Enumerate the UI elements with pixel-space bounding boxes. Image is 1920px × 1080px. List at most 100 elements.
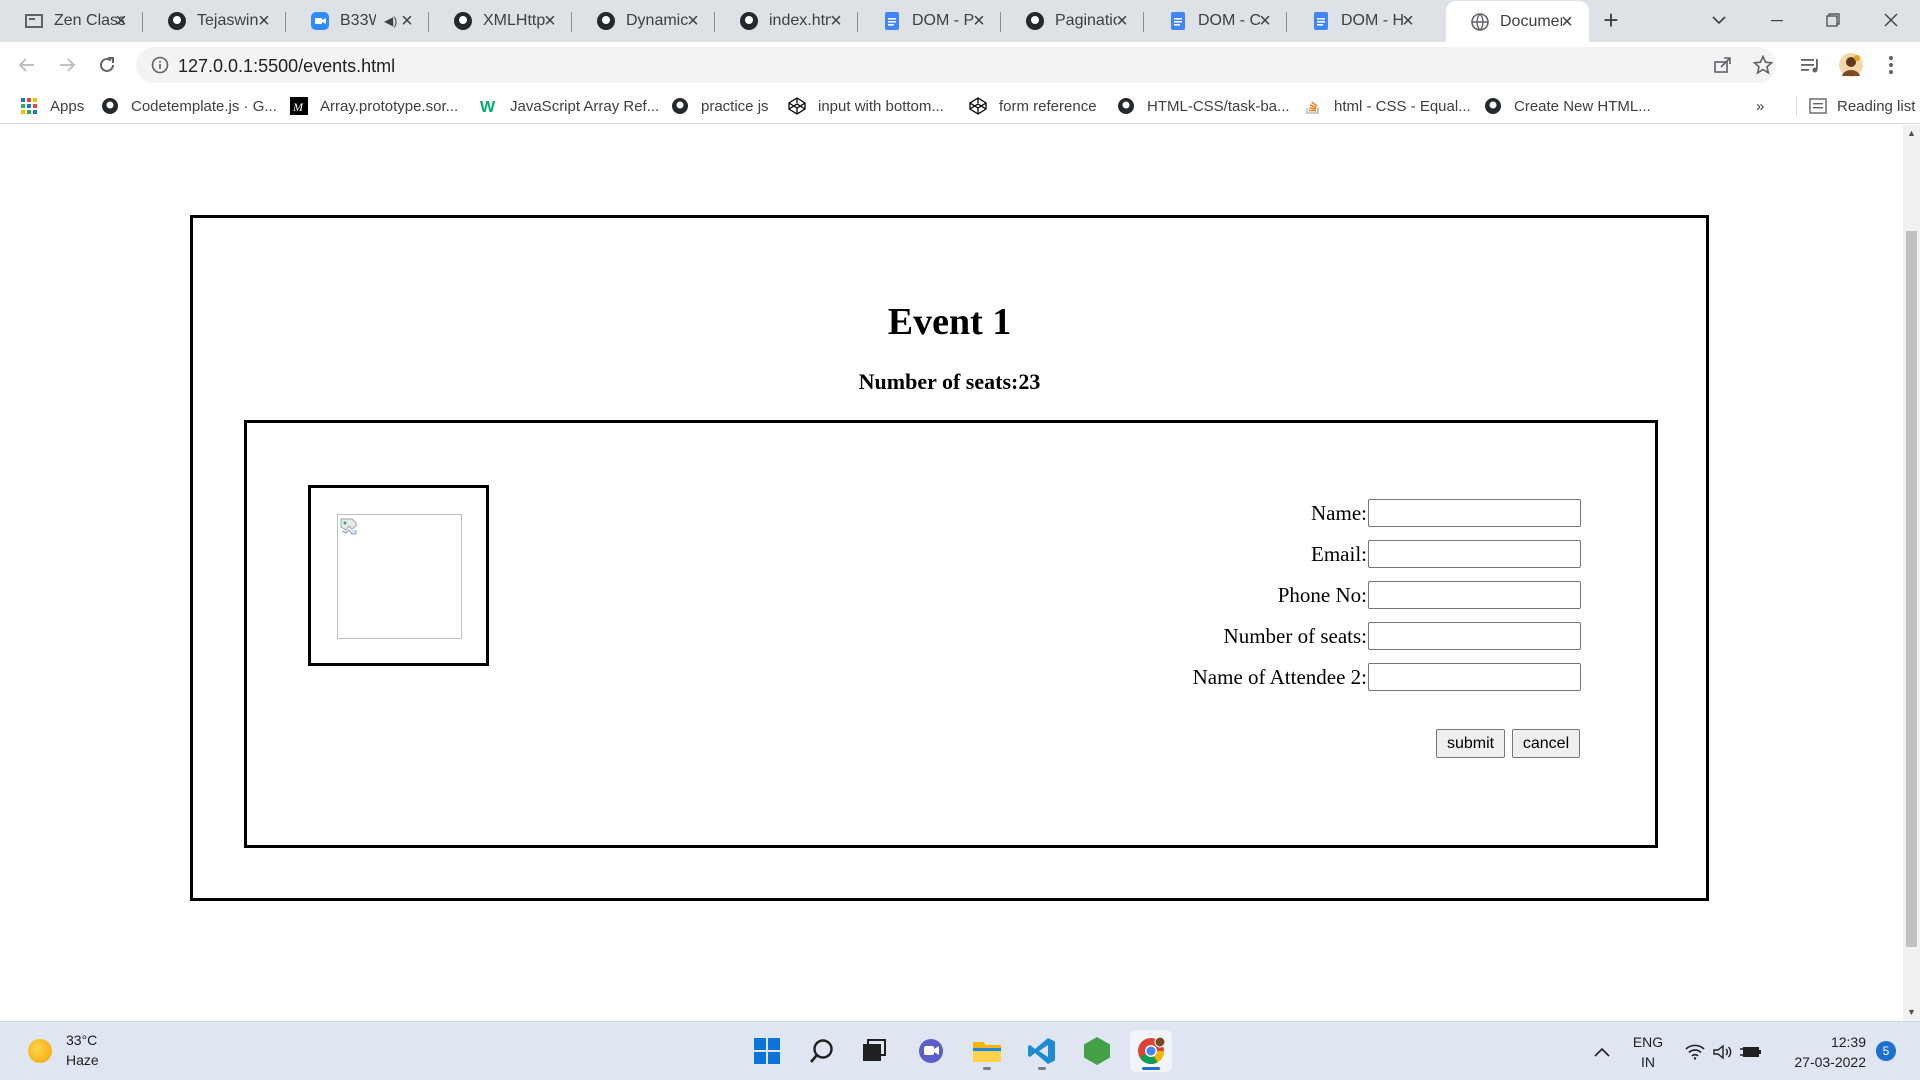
browser-tab[interactable]: B33W ◀︎) ×	[286, 0, 429, 42]
share-icon[interactable]	[1708, 50, 1738, 80]
registration-panel: Name: Email: Phone No: Number of seats: …	[244, 420, 1658, 848]
forward-button[interactable]	[52, 50, 82, 80]
battery-charging-icon[interactable]	[1740, 1022, 1762, 1080]
wifi-icon[interactable]	[1684, 1022, 1706, 1080]
system-clock[interactable]: 12:39 27-03-2022	[1776, 1032, 1866, 1072]
weather-description[interactable]: Haze	[66, 1052, 99, 1068]
close-tab-icon[interactable]: ×	[1557, 12, 1577, 32]
new-tab-button[interactable]: +	[1598, 7, 1624, 34]
chrome-menu-icon[interactable]	[1876, 50, 1906, 80]
cancel-button[interactable]: cancel	[1512, 729, 1580, 758]
event-image-frame	[308, 485, 489, 666]
site-info-icon[interactable]	[150, 55, 170, 75]
weather-haze-icon[interactable]	[28, 1039, 52, 1063]
file-explorer-icon[interactable]	[966, 1030, 1008, 1072]
input-language-indicator[interactable]: ENG IN	[1630, 1032, 1666, 1072]
address-bar[interactable]: 127.0.0.1:5500/events.html	[136, 47, 1776, 83]
active-app-indicator	[1142, 1067, 1160, 1070]
github-icon	[739, 11, 759, 31]
browser-tab[interactable]: XMLHttp ×	[429, 0, 572, 42]
phone-input[interactable]	[1368, 581, 1581, 609]
bookmark-item[interactable]: html - CSS - Equal...	[1304, 95, 1471, 117]
close-window-button[interactable]	[1876, 5, 1906, 35]
close-tab-icon[interactable]: ×	[540, 11, 560, 31]
tab-search-chevron-icon[interactable]	[1704, 5, 1734, 35]
nodejs-icon[interactable]	[1076, 1030, 1118, 1072]
reading-list-button[interactable]: Reading list	[1796, 95, 1915, 117]
search-icon[interactable]	[801, 1030, 843, 1072]
tab-title: Tejaswini	[197, 12, 259, 29]
windows-start-icon[interactable]	[746, 1030, 788, 1072]
form-row-name: Name:	[1311, 499, 1581, 527]
browser-tab[interactable]: index.htm ×	[715, 0, 858, 42]
browser-tab[interactable]: Zen Class ×	[0, 0, 143, 42]
close-tab-icon[interactable]: ×	[1112, 11, 1132, 31]
github-icon	[1484, 97, 1502, 115]
scroll-up-arrow-icon[interactable]: ▲	[1903, 125, 1920, 142]
name-label: Name:	[1311, 500, 1367, 525]
attendee-2-input[interactable]	[1368, 663, 1581, 691]
chrome-icon[interactable]	[1130, 1030, 1172, 1072]
close-tab-icon[interactable]: ×	[397, 11, 417, 31]
apps-grid-icon	[20, 97, 38, 115]
browser-tab[interactable]: Dynamic ×	[572, 0, 715, 42]
reload-button[interactable]	[92, 50, 122, 80]
bookmark-item[interactable]: practice js	[671, 95, 769, 117]
email-input[interactable]	[1368, 540, 1581, 568]
github-icon	[596, 11, 616, 31]
seats-input[interactable]	[1368, 622, 1581, 650]
bookmark-item[interactable]: M Array.prototype.sor...	[290, 95, 458, 117]
vertical-scrollbar[interactable]: ▲ ▼	[1903, 125, 1920, 1021]
browser-tab[interactable]: DOM - H ×	[1287, 0, 1430, 42]
bookmark-label: form reference	[999, 97, 1097, 115]
bookmark-item[interactable]: Codetemplate.js · G...	[101, 95, 277, 117]
browser-tab-active[interactable]: Documen ×	[1446, 1, 1589, 42]
notification-badge[interactable]: 5	[1876, 1041, 1896, 1061]
bookmarks-bar: Apps Codetemplate.js · G... M Array.prot…	[0, 88, 1920, 124]
url-text[interactable]: 127.0.0.1:5500/events.html	[178, 56, 395, 77]
vscode-icon[interactable]	[1021, 1030, 1063, 1072]
back-button[interactable]	[12, 50, 42, 80]
volume-icon[interactable]	[1712, 1022, 1734, 1080]
close-tab-icon[interactable]: ×	[111, 11, 131, 31]
minimize-button[interactable]	[1762, 5, 1792, 35]
submit-button[interactable]: submit	[1436, 729, 1505, 758]
bookmarks-overflow-button[interactable]: »	[1756, 95, 1764, 117]
form-row-phone: Phone No:	[1278, 581, 1581, 609]
tab-title: index.htm	[769, 12, 831, 29]
browser-tab[interactable]: Tejaswini ×	[143, 0, 286, 42]
bookmark-item[interactable]: HTML-CSS/task-ba...	[1117, 95, 1290, 117]
task-view-icon[interactable]	[853, 1030, 895, 1072]
show-hidden-icons-chevron-icon[interactable]	[1592, 1022, 1612, 1080]
browser-tab[interactable]: Paginatio ×	[1001, 0, 1144, 42]
close-tab-icon[interactable]: ×	[826, 11, 846, 31]
teams-chat-icon[interactable]	[910, 1030, 952, 1072]
svg-text:W: W	[480, 99, 496, 115]
scrollbar-thumb[interactable]	[1906, 231, 1917, 947]
media-control-icon[interactable]	[1796, 50, 1826, 80]
bookmark-item[interactable]: W JavaScript Array Ref...	[480, 95, 659, 117]
restore-button[interactable]	[1818, 5, 1848, 35]
bookmark-item[interactable]: Create New HTML...	[1484, 95, 1651, 117]
bookmark-star-icon[interactable]	[1748, 50, 1778, 80]
profile-avatar[interactable]	[1836, 50, 1866, 80]
event-title: Event 1	[887, 301, 1012, 343]
name-input[interactable]	[1368, 499, 1581, 527]
close-tab-icon[interactable]: ×	[1255, 11, 1275, 31]
zen-class-icon	[24, 11, 44, 31]
mdn-icon: M	[290, 97, 308, 115]
close-tab-icon[interactable]: ×	[969, 11, 989, 31]
scroll-down-arrow-icon[interactable]: ▼	[1903, 1004, 1920, 1021]
browser-tab[interactable]: DOM - Pa ×	[858, 0, 1001, 42]
close-tab-icon[interactable]: ×	[1398, 11, 1418, 31]
bookmark-item[interactable]: form reference	[969, 95, 1097, 117]
close-tab-icon[interactable]: ×	[254, 11, 274, 31]
bookmark-apps[interactable]: Apps	[20, 95, 84, 117]
close-tab-icon[interactable]: ×	[683, 11, 703, 31]
browser-tab[interactable]: DOM - C ×	[1144, 0, 1287, 42]
tab-muted-icon[interactable]: ◀︎)	[384, 14, 397, 28]
bookmark-item[interactable]: input with bottom...	[788, 95, 944, 117]
seats-available: Number of seats:23	[858, 369, 1041, 394]
weather-temperature[interactable]: 33°C	[66, 1032, 97, 1048]
github-icon	[671, 97, 689, 115]
